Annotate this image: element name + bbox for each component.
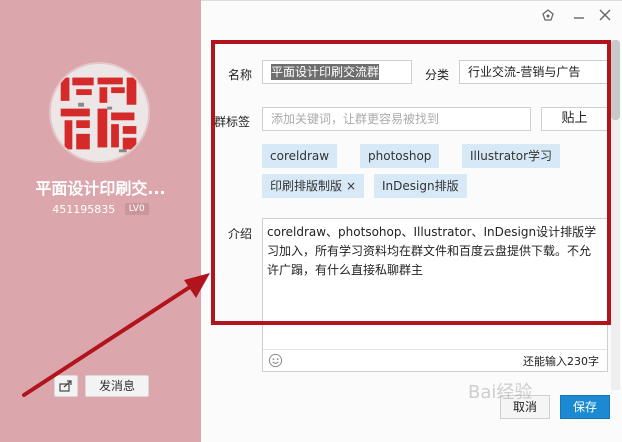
level-badge: LV0	[124, 203, 149, 215]
tags-input[interactable]: 添加关键词，让群更容易被找到	[262, 107, 531, 131]
group-avatar[interactable]	[49, 62, 150, 163]
group-name: 平面设计印刷交...	[35, 179, 166, 198]
group-name-value: 平面设计印刷交流群	[271, 64, 380, 80]
group-id-row: 451195835 LV0	[0, 202, 201, 216]
tag-chip[interactable]: Illustrator学习	[462, 144, 561, 168]
tag-chip[interactable]: 印刷排版制版 ×	[262, 174, 365, 198]
tag-chip[interactable]: coreldraw	[262, 144, 338, 168]
close-icon[interactable]	[597, 9, 613, 25]
intro-textarea[interactable]: coreldraw、photsohop、Illustrator、InDesign…	[262, 218, 608, 372]
group-profile-panel: 平面设计印刷交... 451195835 LV0 发消息	[0, 0, 201, 442]
category-label: 分类	[425, 68, 450, 82]
save-button[interactable]: 保存	[560, 395, 610, 419]
seal-logo-icon	[51, 64, 148, 161]
send-message-button[interactable]: 发消息	[85, 375, 149, 397]
intro-footer: 还能输入230字	[263, 349, 607, 371]
share-icon	[59, 380, 72, 392]
name-label: 名称	[228, 68, 253, 82]
tag-remove-icon[interactable]: ×	[346, 179, 356, 193]
tag-chip[interactable]: InDesign排版	[374, 174, 467, 198]
intro-label: 介绍	[228, 227, 253, 241]
emoji-icon[interactable]	[268, 353, 283, 368]
category-select[interactable]: 行业交流-营销与广告	[459, 60, 608, 84]
remaining-chars: 还能输入230字	[523, 355, 599, 368]
watermark: Bai经验	[468, 382, 533, 403]
tag-chip[interactable]: photoshop	[360, 144, 440, 168]
group-id: 451195835	[52, 202, 116, 216]
theme-icon[interactable]	[540, 9, 556, 25]
minimize-icon[interactable]	[571, 9, 587, 25]
paste-button[interactable]: 贴上	[541, 107, 608, 131]
intro-text: coreldraw、photsohop、Illustrator、InDesign…	[267, 225, 597, 277]
tags-label: 群标签	[214, 115, 251, 129]
tag-chip-label: 印刷排版制版	[270, 179, 343, 193]
scrollbar-thumb[interactable]	[611, 40, 620, 120]
group-name-input[interactable]: 平面设计印刷交流群	[262, 60, 412, 84]
share-button[interactable]	[54, 375, 78, 397]
